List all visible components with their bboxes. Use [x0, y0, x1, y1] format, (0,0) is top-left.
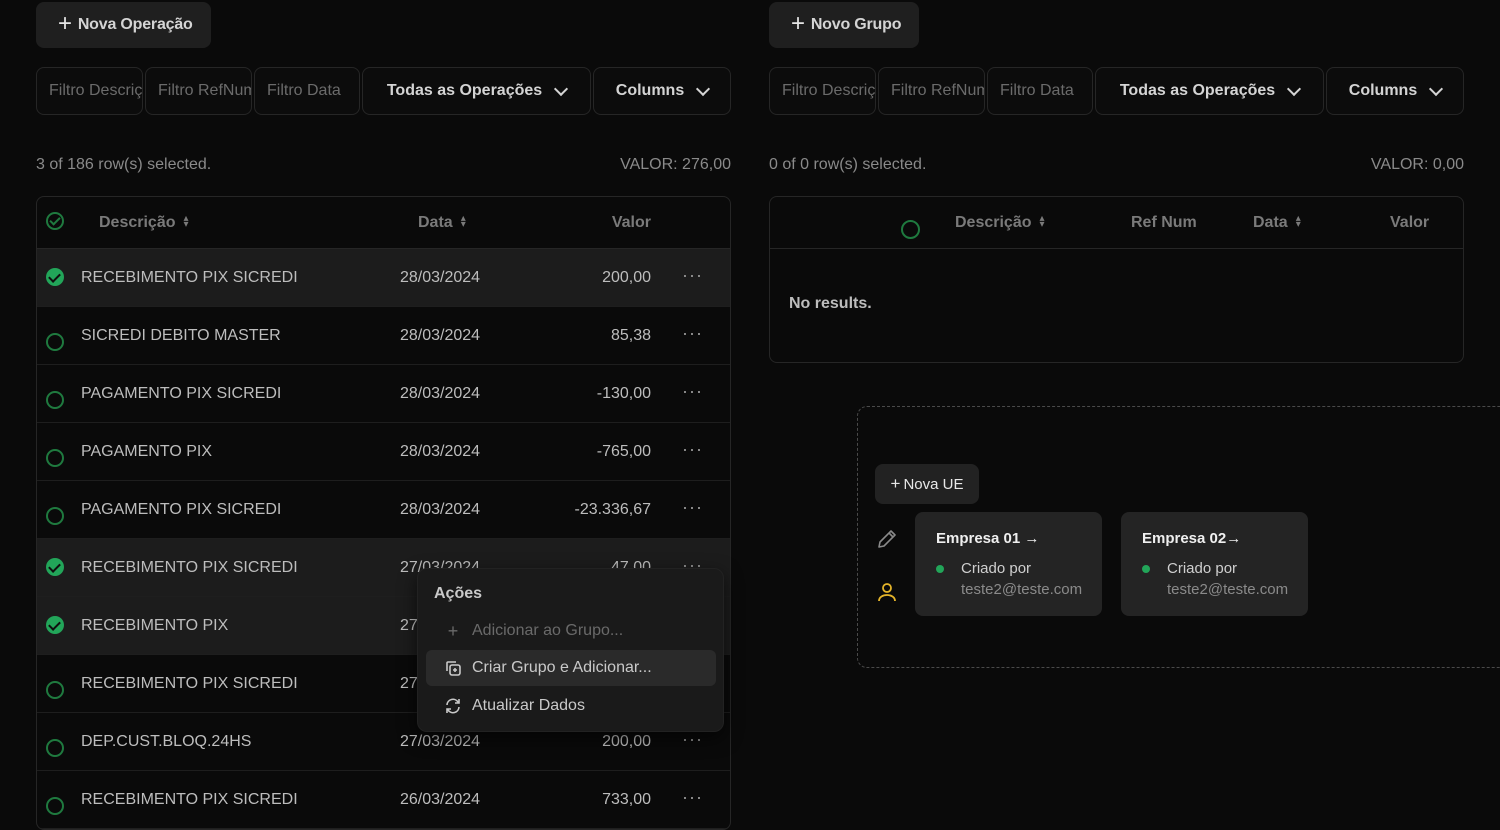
- column-header-date[interactable]: Data ▴ ▾: [1253, 214, 1301, 232]
- filter-description-input[interactable]: Filtro Descrição: [769, 67, 876, 115]
- row-checkbox[interactable]: [46, 681, 64, 699]
- copy-plus-icon: [444, 659, 462, 677]
- select-all-checkbox[interactable]: [46, 212, 64, 230]
- menu-item-refresh-data[interactable]: Atualizar Dados: [426, 688, 716, 724]
- filter-refnum-input[interactable]: Filtro RefNum: [145, 67, 252, 115]
- menu-item-create-group[interactable]: Criar Grupo e Adicionar...: [426, 650, 716, 686]
- company-title[interactable]: Empresa 02→: [1142, 530, 1308, 547]
- row-checkbox[interactable]: [46, 558, 64, 576]
- user-icon[interactable]: [875, 580, 899, 604]
- total-value: VALOR: 0,00: [1370, 156, 1464, 173]
- company-card[interactable]: Empresa 01 → Criado por teste2@teste.com: [915, 512, 1102, 616]
- more-options-icon[interactable]: ···: [682, 381, 703, 402]
- column-header-date[interactable]: Data ▴ ▾: [418, 214, 466, 232]
- chevron-down-icon: [1429, 81, 1444, 96]
- filter-date-input[interactable]: Filtro Data: [987, 67, 1093, 115]
- new-ue-button[interactable]: + Nova UE: [875, 464, 979, 504]
- total-value: VALOR: 276,00: [620, 156, 731, 173]
- filters-bar: Filtro Descrição Filtro RefNum Filtro Da…: [36, 67, 731, 115]
- groups-table: Descrição ▴ ▾ Ref Num Data ▴ ▾ Valor No resu…: [769, 196, 1464, 363]
- sort-icon: ▴ ▾: [460, 213, 466, 231]
- operations-type-dropdown[interactable]: Todas as Operações: [1095, 67, 1324, 115]
- column-header-value: Valor: [1390, 213, 1430, 231]
- selected-count: 0 of 0 row(s) selected.: [769, 156, 927, 173]
- status-dot: [936, 565, 944, 573]
- refresh-icon: [444, 697, 462, 715]
- column-header-refnum: Ref Num: [1131, 213, 1197, 231]
- columns-dropdown[interactable]: Columns: [593, 67, 731, 115]
- chevron-down-icon: [696, 81, 711, 96]
- plus-icon: +: [791, 10, 805, 37]
- empty-state: No results.: [789, 295, 872, 312]
- table-row[interactable]: RECEBIMENTO PIX SICREDI 28/03/2024 200,0…: [37, 249, 730, 307]
- row-checkbox[interactable]: [46, 268, 64, 286]
- filter-description-input[interactable]: Filtro Descrição: [36, 67, 143, 115]
- more-options-icon[interactable]: ···: [682, 729, 703, 750]
- more-options-icon[interactable]: ···: [682, 439, 703, 460]
- row-checkbox[interactable]: [46, 391, 64, 409]
- created-by: Criado por teste2@teste.com: [936, 558, 1102, 600]
- column-header-description[interactable]: Descrição ▴ ▾: [955, 214, 1045, 232]
- row-checkbox[interactable]: [46, 333, 64, 351]
- more-options-icon[interactable]: ···: [682, 323, 703, 344]
- status-dot: [1142, 565, 1150, 573]
- select-all-checkbox[interactable]: [901, 220, 920, 239]
- table-row[interactable]: PAGAMENTO PIX SICREDI 28/03/2024 -23.336…: [37, 481, 730, 539]
- filters-bar: Filtro Descrição Filtro RefNum Filtro Da…: [769, 67, 1464, 115]
- operations-type-dropdown[interactable]: Todas as Operações: [362, 67, 591, 115]
- sort-icon: ▴ ▾: [183, 213, 189, 231]
- pencil-icon[interactable]: [875, 527, 899, 551]
- filter-refnum-input[interactable]: Filtro RefNum: [878, 67, 985, 115]
- menu-title: Ações: [434, 585, 483, 602]
- table-row[interactable]: PAGAMENTO PIX 28/03/2024 -765,00 ···: [37, 423, 730, 481]
- new-group-button[interactable]: + Novo Grupo: [769, 2, 920, 48]
- more-options-icon[interactable]: ···: [682, 497, 703, 518]
- filter-date-input[interactable]: Filtro Data: [254, 67, 360, 115]
- created-by: Criado por teste2@teste.com: [1142, 558, 1308, 600]
- chevron-down-icon: [554, 81, 569, 96]
- row-checkbox[interactable]: [46, 616, 64, 634]
- sort-icon: ▴ ▾: [1295, 213, 1301, 231]
- row-checkbox[interactable]: [46, 739, 64, 757]
- table-row[interactable]: SICREDI DEBITO MASTER 28/03/2024 85,38 ·…: [37, 307, 730, 365]
- operations-table: Descrição ▴ ▾ Data ▴ ▾ Valor RECEBIMENTO PIX…: [36, 196, 731, 830]
- row-checkbox[interactable]: [46, 449, 64, 467]
- sort-icon: ▴ ▾: [1039, 213, 1045, 231]
- selection-status: 3 of 186 row(s) selected. VALOR: 276,00: [36, 156, 731, 174]
- columns-dropdown[interactable]: Columns: [1326, 67, 1464, 115]
- company-title[interactable]: Empresa 01 →: [936, 530, 1102, 547]
- table-header: Descrição ▴ ▾ Data ▴ ▾ Valor: [37, 197, 730, 249]
- more-options-icon[interactable]: ···: [682, 265, 703, 286]
- selection-status: 0 of 0 row(s) selected. VALOR: 0,00: [769, 156, 1464, 174]
- selected-count: 3 of 186 row(s) selected.: [36, 156, 212, 173]
- column-header-description[interactable]: Descrição ▴ ▾: [99, 214, 189, 232]
- column-header-value: Valor: [611, 213, 651, 231]
- chevron-down-icon: [1287, 81, 1302, 96]
- table-row[interactable]: RECEBIMENTO PIX SICREDI 26/03/2024 733,0…: [37, 771, 730, 829]
- table-header: Descrição ▴ ▾ Ref Num Data ▴ ▾ Valor: [770, 197, 1463, 249]
- new-operation-button[interactable]: + Nova Operação: [36, 2, 211, 48]
- more-options-icon[interactable]: ···: [682, 787, 703, 808]
- actions-context-menu: Ações + Adicionar ao Grupo... Criar Grup…: [417, 568, 724, 732]
- plus-icon: +: [58, 10, 72, 37]
- company-card[interactable]: Empresa 02→ Criado por teste2@teste.com: [1121, 512, 1308, 616]
- table-row[interactable]: PAGAMENTO PIX SICREDI 28/03/2024 -130,00…: [37, 365, 730, 423]
- menu-item-add-to-group[interactable]: + Adicionar ao Grupo...: [426, 613, 716, 649]
- row-checkbox[interactable]: [46, 507, 64, 525]
- plus-icon: +: [447, 620, 459, 641]
- plus-icon: +: [890, 474, 901, 493]
